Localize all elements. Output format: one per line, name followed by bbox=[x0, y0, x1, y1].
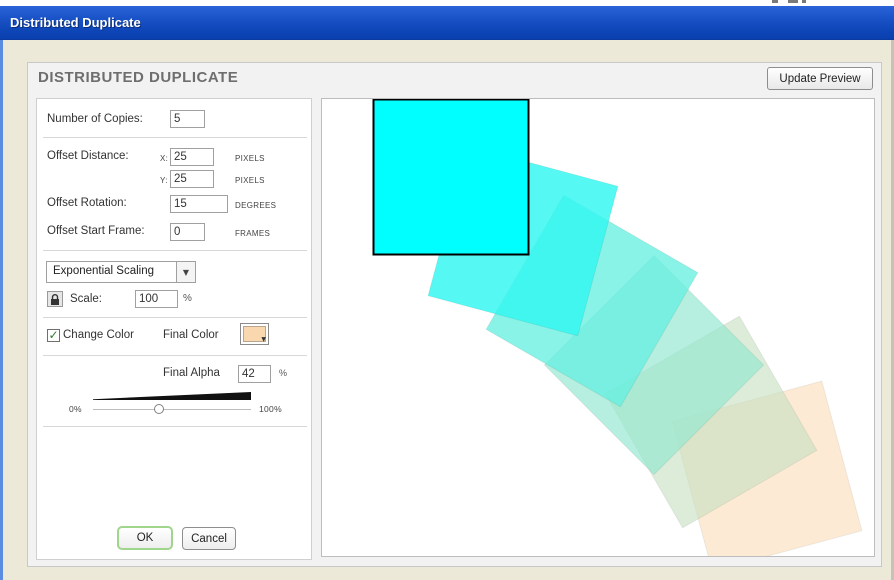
final-color-label: Final Color bbox=[163, 329, 219, 341]
alpha-slider-track[interactable] bbox=[93, 409, 251, 410]
offset-distance-label: Offset Distance: bbox=[47, 150, 129, 162]
distributed-duplicate-dialog: DISTRIBUTED DUPLICATE Update Preview Num… bbox=[27, 62, 882, 567]
offset-y-label: Y: bbox=[160, 176, 168, 185]
scaling-select[interactable]: Exponential Scaling ▼ bbox=[46, 261, 196, 283]
copies-input[interactable]: 5 bbox=[170, 110, 205, 128]
window-titlebar: Distributed Duplicate bbox=[0, 6, 894, 40]
preview-canvas bbox=[321, 98, 875, 557]
alpha-min-label: 0% bbox=[69, 404, 82, 414]
offset-x-unit: PIXELS bbox=[235, 154, 265, 163]
chevron-down-icon: ▼ bbox=[261, 336, 266, 343]
ok-button[interactable]: OK bbox=[117, 526, 173, 550]
offset-y-input[interactable]: 25 bbox=[170, 170, 214, 188]
original-square bbox=[372, 99, 530, 256]
scale-label: Scale: bbox=[70, 293, 102, 305]
divider bbox=[43, 355, 307, 356]
scale-input[interactable]: 100 bbox=[135, 290, 178, 308]
alpha-slider-thumb[interactable] bbox=[154, 404, 165, 414]
dialog-header: DISTRIBUTED DUPLICATE Update Preview bbox=[28, 63, 881, 95]
lock-icon[interactable] bbox=[47, 291, 63, 307]
offset-rotation-label: Offset Rotation: bbox=[47, 197, 127, 209]
scale-unit: % bbox=[183, 293, 192, 304]
window-controls-remnant bbox=[770, 0, 810, 5]
divider bbox=[43, 137, 307, 138]
final-color-swatch[interactable]: ▼ bbox=[240, 323, 269, 345]
change-color-checkbox[interactable]: ✓ bbox=[47, 329, 60, 342]
scaling-selected-value: Exponential Scaling bbox=[53, 265, 155, 277]
final-alpha-input[interactable]: 42 bbox=[238, 365, 271, 383]
divider bbox=[43, 317, 307, 318]
offset-x-label: X: bbox=[160, 154, 169, 163]
divider bbox=[43, 250, 307, 251]
alpha-gradient-bar bbox=[93, 392, 251, 400]
preview-drawing bbox=[372, 99, 863, 556]
chevron-down-icon[interactable]: ▼ bbox=[176, 262, 195, 282]
final-alpha-unit: % bbox=[279, 368, 288, 378]
offset-rotation-unit: DEGREES bbox=[235, 201, 277, 210]
offset-start-frame-unit: FRAMES bbox=[235, 229, 271, 238]
dialog-heading: DISTRIBUTED DUPLICATE bbox=[38, 69, 239, 86]
divider bbox=[43, 426, 307, 427]
offset-start-frame-input[interactable]: 0 bbox=[170, 223, 205, 241]
offset-y-unit: PIXELS bbox=[235, 176, 265, 185]
window-title: Distributed Duplicate bbox=[10, 15, 141, 30]
cancel-button[interactable]: Cancel bbox=[182, 527, 236, 550]
change-color-label: Change Color bbox=[63, 329, 134, 341]
offset-rotation-input[interactable]: 15 bbox=[170, 195, 228, 213]
alpha-max-label: 100% bbox=[259, 404, 282, 414]
final-alpha-label: Final Alpha bbox=[163, 367, 220, 379]
window-border-left bbox=[0, 40, 3, 580]
offset-x-input[interactable]: 25 bbox=[170, 148, 214, 166]
copies-label: Number of Copies: bbox=[47, 113, 143, 125]
offset-start-frame-label: Offset Start Frame: bbox=[47, 225, 145, 237]
settings-panel: Number of Copies: 5 Offset Distance: X: … bbox=[36, 98, 312, 560]
checkmark-icon: ✓ bbox=[48, 328, 59, 342]
update-preview-button[interactable]: Update Preview bbox=[767, 67, 873, 90]
